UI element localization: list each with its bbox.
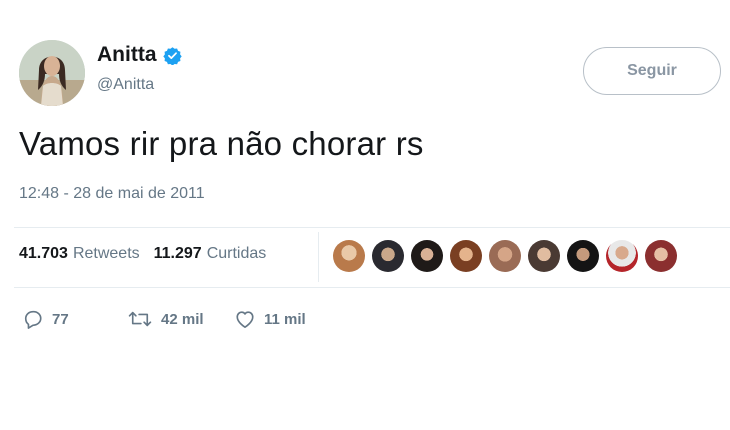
follow-button[interactable]: Seguir bbox=[583, 47, 721, 95]
retweets-label[interactable]: Retweets bbox=[73, 245, 140, 263]
liker-avatar[interactable] bbox=[333, 240, 365, 272]
likes-count[interactable]: 11.297 bbox=[154, 245, 202, 263]
retweet-button[interactable]: 42 mil bbox=[127, 309, 234, 329]
tweet-card: Anitta @Anitta Seguir Vamos rir pra não … bbox=[0, 0, 730, 430]
likes-label[interactable]: Curtidas bbox=[207, 245, 267, 263]
liker-avatar[interactable] bbox=[567, 240, 599, 272]
author-display-name[interactable]: Anitta bbox=[97, 43, 157, 67]
divider bbox=[14, 227, 730, 228]
likers-avatar-list bbox=[333, 240, 684, 272]
liker-avatar[interactable] bbox=[528, 240, 560, 272]
divider bbox=[14, 287, 730, 288]
liker-avatar[interactable] bbox=[645, 240, 677, 272]
like-count: 11 mil bbox=[264, 310, 306, 328]
liker-avatar[interactable] bbox=[372, 240, 404, 272]
tweet-timestamp[interactable]: 12:48 - 28 de mai de 2011 bbox=[19, 185, 205, 203]
reply-count: 77 bbox=[52, 310, 69, 328]
retweet-icon bbox=[127, 309, 153, 329]
tweet-text: Vamos rir pra não chorar rs bbox=[19, 125, 424, 162]
reply-icon bbox=[22, 309, 44, 329]
verified-badge-icon bbox=[162, 46, 182, 66]
retweets-count[interactable]: 41.703 bbox=[19, 245, 68, 263]
liker-avatar[interactable] bbox=[606, 240, 638, 272]
like-button[interactable]: 11 mil bbox=[234, 309, 306, 329]
liker-avatar[interactable] bbox=[489, 240, 521, 272]
reply-button[interactable]: 77 bbox=[22, 309, 127, 329]
liker-avatar[interactable] bbox=[411, 240, 443, 272]
tweet-actions: 77 42 mil 11 mil bbox=[22, 309, 306, 329]
heart-icon bbox=[234, 309, 256, 329]
retweet-count: 42 mil bbox=[161, 310, 204, 328]
stats-separator bbox=[318, 232, 319, 282]
liker-avatar[interactable] bbox=[450, 240, 482, 272]
author-handle[interactable]: @Anitta bbox=[97, 76, 154, 94]
tweet-stats: 41.703 Retweets 11.297 Curtidas bbox=[19, 245, 266, 263]
author-avatar[interactable] bbox=[19, 40, 85, 106]
author-name-row: Anitta bbox=[97, 43, 182, 67]
